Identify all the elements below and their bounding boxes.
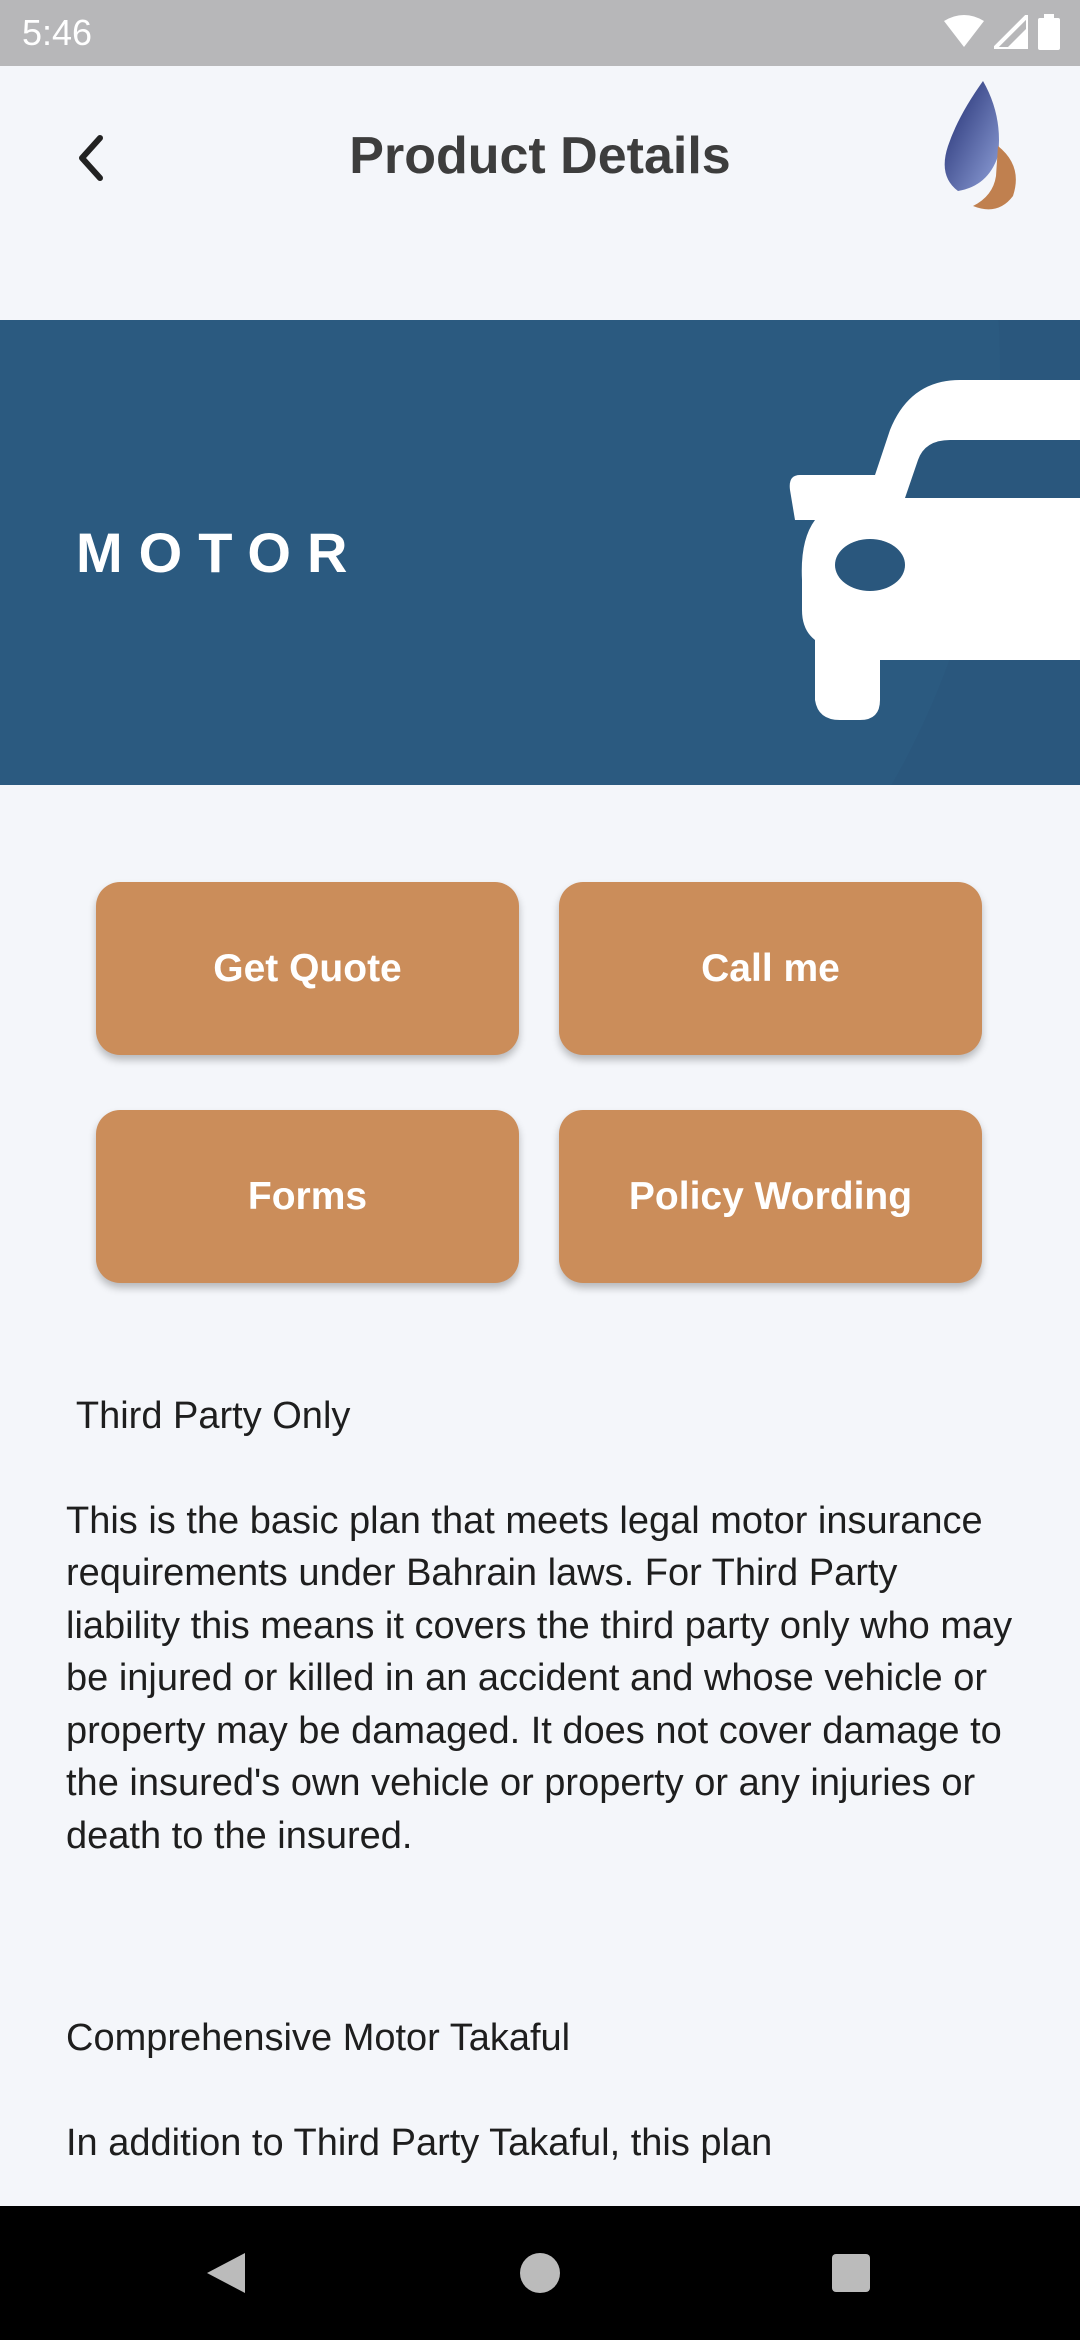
status-bar: 5:46: [0, 0, 1080, 66]
product-description: Third Party Only This is the basic plan …: [66, 1390, 1016, 2221]
app-header: Product Details: [0, 66, 1080, 320]
section-title: Third Party Only: [66, 1395, 351, 1437]
call-me-button[interactable]: Call me: [559, 882, 982, 1055]
triangle-back-icon: [207, 2253, 245, 2293]
signal-icon: [994, 15, 1028, 49]
forms-button[interactable]: Forms: [96, 1110, 519, 1283]
product-banner: MOTOR: [0, 320, 1080, 785]
car-icon: [789, 380, 1080, 720]
section-title: Comprehensive Motor Takaful: [66, 2017, 571, 2059]
nav-home-button[interactable]: [519, 2251, 561, 2300]
company-logo: [944, 81, 1016, 210]
wifi-icon: [944, 15, 984, 47]
product-name: MOTOR: [76, 521, 364, 584]
square-recents-icon: [832, 2254, 870, 2292]
section-body: In addition to Third Party Takaful, this…: [66, 2121, 773, 2164]
nav-back-button[interactable]: [205, 2251, 247, 2300]
status-time: 5:46: [22, 12, 93, 53]
section-body: This is the basic plan that meets legal …: [66, 1499, 1013, 1857]
nav-recents-button[interactable]: [830, 2251, 872, 2300]
circle-home-icon: [520, 2253, 560, 2293]
policy-wording-button[interactable]: Policy Wording: [559, 1110, 982, 1283]
page-title: Product Details: [349, 127, 731, 185]
get-quote-button[interactable]: Get Quote: [96, 882, 519, 1055]
system-nav-bar: [0, 2206, 1080, 2340]
battery-icon: [1038, 14, 1060, 50]
